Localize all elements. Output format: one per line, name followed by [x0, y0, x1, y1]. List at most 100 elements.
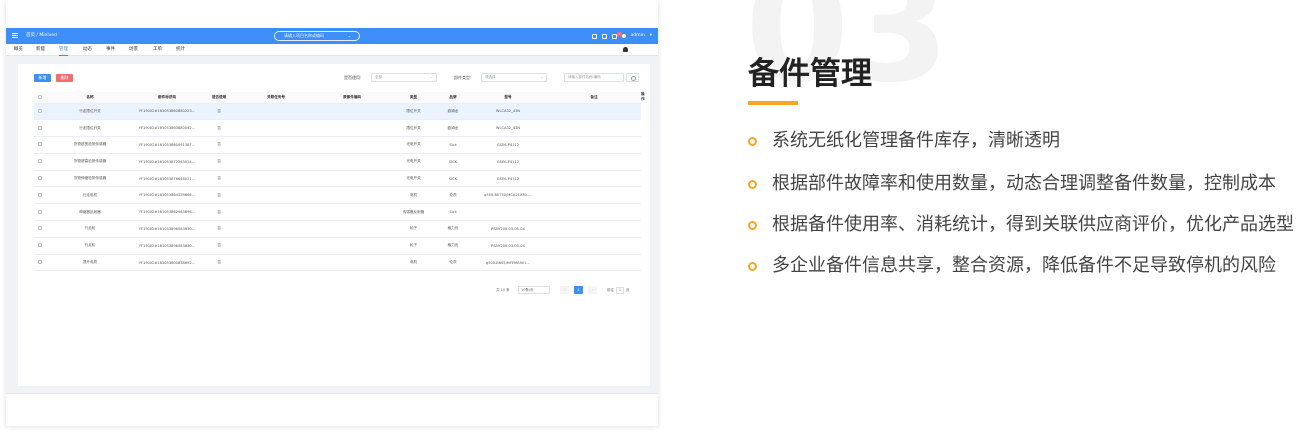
row-checkbox[interactable]: [34, 254, 46, 272]
row-checkbox[interactable]: [34, 170, 46, 188]
in-use-select[interactable]: 全部 ⌄: [371, 73, 437, 82]
tab-energy[interactable]: 新能: [36, 44, 45, 55]
project-search-input[interactable]: 请输入项目名称或编码 ⌄: [274, 31, 360, 41]
table-cell: [238, 103, 314, 121]
table-cell: YF19002#161053896083830…: [134, 237, 200, 255]
part-type-filter-label: 部件类型:: [454, 75, 472, 80]
table-cell: YF19002#161053864339866…: [134, 186, 200, 205]
user-icon[interactable]: [623, 47, 628, 52]
tab-overview[interactable]: 概览: [14, 44, 23, 55]
table-cell: [314, 170, 390, 188]
column-header: 型号: [469, 92, 547, 104]
calendar-icon[interactable]: [591, 33, 597, 39]
spare-parts-panel: 新增 删除 是否使用: 全部 ⌄ 部件类型: 请选择 ⌄ 请输入部件名称/编码 …: [18, 64, 650, 386]
tab-statistics[interactable]: 统计: [176, 44, 185, 55]
add-button[interactable]: 新增: [34, 74, 51, 82]
table-row[interactable]: 行走轮 YF19002#161053896083830… 否 轮子 格力优 PS5V200…: [34, 220, 641, 238]
page-size-select[interactable]: 10条/页: [518, 286, 550, 294]
table-cell: SICK: [437, 170, 469, 188]
bullet-circle-icon: [748, 179, 757, 189]
table-cell: 伦茨: [437, 254, 469, 272]
table-cell: PS5V200-03-05-04: [469, 237, 547, 255]
table-cell: 货物超宽检测传感器: [46, 136, 134, 154]
table-cell: 轮子: [390, 220, 437, 238]
title-underline: [748, 101, 798, 105]
search-icon[interactable]: [626, 73, 639, 82]
table-cell: 光电开关: [390, 170, 437, 188]
table-cell: [547, 170, 641, 188]
table-row[interactable]: 行走轮 YF19002#161053896083830… 否 轮子 格力优 PS5V200…: [34, 237, 641, 255]
chevron-down-icon: ⌄: [347, 33, 351, 38]
goto-page-input[interactable]: 1: [616, 287, 624, 294]
table-cell: [238, 136, 314, 154]
prev-page-button[interactable]: ‹: [560, 286, 569, 294]
row-checkbox[interactable]: [34, 136, 46, 154]
screenshot-bottom-strip: [6, 393, 658, 426]
screenshot-top-margin: [6, 0, 658, 28]
tab-dynamic[interactable]: 动态: [83, 44, 92, 55]
table-cell: 欧姆龙: [437, 119, 469, 138]
row-checkbox[interactable]: [34, 103, 46, 121]
column-header: 类型: [390, 92, 437, 104]
user-name[interactable]: admin: [631, 28, 645, 44]
table-row[interactable]: 伸缩器反射器 YF19002#161053862083896… 否 传感器反射器 Sic…: [34, 203, 641, 222]
table-row[interactable]: 货物伸缩检测传感器 YF19002#161053876648021… 否 光电开关 SI…: [34, 170, 641, 188]
grid-icon[interactable]: [601, 33, 607, 39]
table-cell: [314, 186, 390, 205]
table-cell: 行走限位开关: [46, 119, 134, 138]
table-row[interactable]: 货物超宽检测传感器 YF19002#161053860091387… 否 光电开关 Si…: [34, 136, 641, 154]
row-checkbox[interactable]: [34, 203, 46, 222]
tab-event[interactable]: 事件: [106, 44, 115, 55]
table-cell: Sick: [437, 136, 469, 154]
select-all-checkbox[interactable]: [34, 92, 46, 104]
row-checkbox[interactable]: [34, 119, 46, 138]
pagination: 共 10 条 10条/页 ‹ 1 › 前往 1 页: [496, 286, 630, 294]
goto-suffix: 页: [626, 288, 630, 292]
table-cell: [547, 136, 641, 154]
menu-icon[interactable]: [12, 33, 18, 38]
tab-manage[interactable]: 管理: [59, 44, 68, 56]
list-item: 系统无纸化管理备件库存，清晰透明: [748, 128, 1296, 153]
table-cell: YF19002#161053860880223…: [134, 103, 200, 121]
table-row[interactable]: 行走限位开关 YF19002#161053860880042… 否 限位开关 欧姆龙 WL…: [34, 119, 641, 138]
list-item-text: 多企业备件信息共享，整合资源，降低备件不足导致停机的风险: [772, 255, 1276, 276]
table-row[interactable]: 行走电机 YF19002#161053864339866… 否 电机 伦茨 g500-B0…: [34, 186, 641, 205]
next-page-button[interactable]: ›: [588, 286, 597, 294]
table-cell: 否: [200, 170, 238, 188]
column-header: 名称: [46, 92, 134, 104]
list-item: 多企业备件信息共享，整合资源，降低备件不足导致停机的风险: [748, 253, 1296, 278]
chevron-down-icon: ⌄: [430, 75, 433, 79]
row-checkbox[interactable]: [34, 220, 46, 238]
table-cell: 电机: [390, 186, 437, 205]
table-cell: GSE6-P4112: [469, 153, 547, 171]
table-cell: WLCA32_43N: [469, 103, 547, 121]
row-checkbox[interactable]: [34, 237, 46, 255]
delete-button[interactable]: 删除: [56, 74, 73, 82]
table-row[interactable]: 行走限位开关 YF19002#161053860880223… 否 限位开关 欧姆龙 WL…: [34, 103, 641, 121]
table-row[interactable]: 货物超高检测传感器 YF19002#161053872243014… 否 光电开关 SI…: [34, 153, 641, 171]
current-page-button[interactable]: 1: [574, 286, 583, 294]
table-cell: [238, 153, 314, 171]
column-header: 备注: [547, 92, 641, 104]
table-cell: [314, 220, 390, 238]
table-cell: [314, 237, 390, 255]
tab-workorder[interactable]: 工单: [153, 44, 162, 55]
tab-scene[interactable]: 场景: [129, 44, 138, 55]
part-search-input[interactable]: 请输入部件名称/编码: [564, 73, 624, 82]
top-bar-tools: ! admin ▾: [591, 28, 652, 44]
table-row[interactable]: 提升电机 YF19002#161053800838692… 否 电机 伦茨 g500-B6…: [34, 254, 641, 272]
table-cell: YF19002#161053860880042…: [134, 119, 200, 138]
table-cell: 行走轮: [46, 237, 134, 255]
table-cell: [547, 186, 641, 205]
row-checkbox[interactable]: [34, 153, 46, 171]
list-item-text: 系统无纸化管理备件库存，清晰透明: [772, 130, 1060, 151]
table-cell: 伦茨: [437, 186, 469, 205]
part-type-select[interactable]: 请选择 ⌄: [481, 73, 547, 82]
table-cell: [238, 186, 314, 205]
row-checkbox[interactable]: [34, 186, 46, 205]
bullet-circle-icon: [748, 220, 757, 230]
table-cell: 电机: [390, 254, 437, 272]
column-header: 关联任务号: [238, 92, 314, 104]
bell-icon[interactable]: !: [611, 31, 622, 39]
table-cell: 提升电机: [46, 254, 134, 272]
